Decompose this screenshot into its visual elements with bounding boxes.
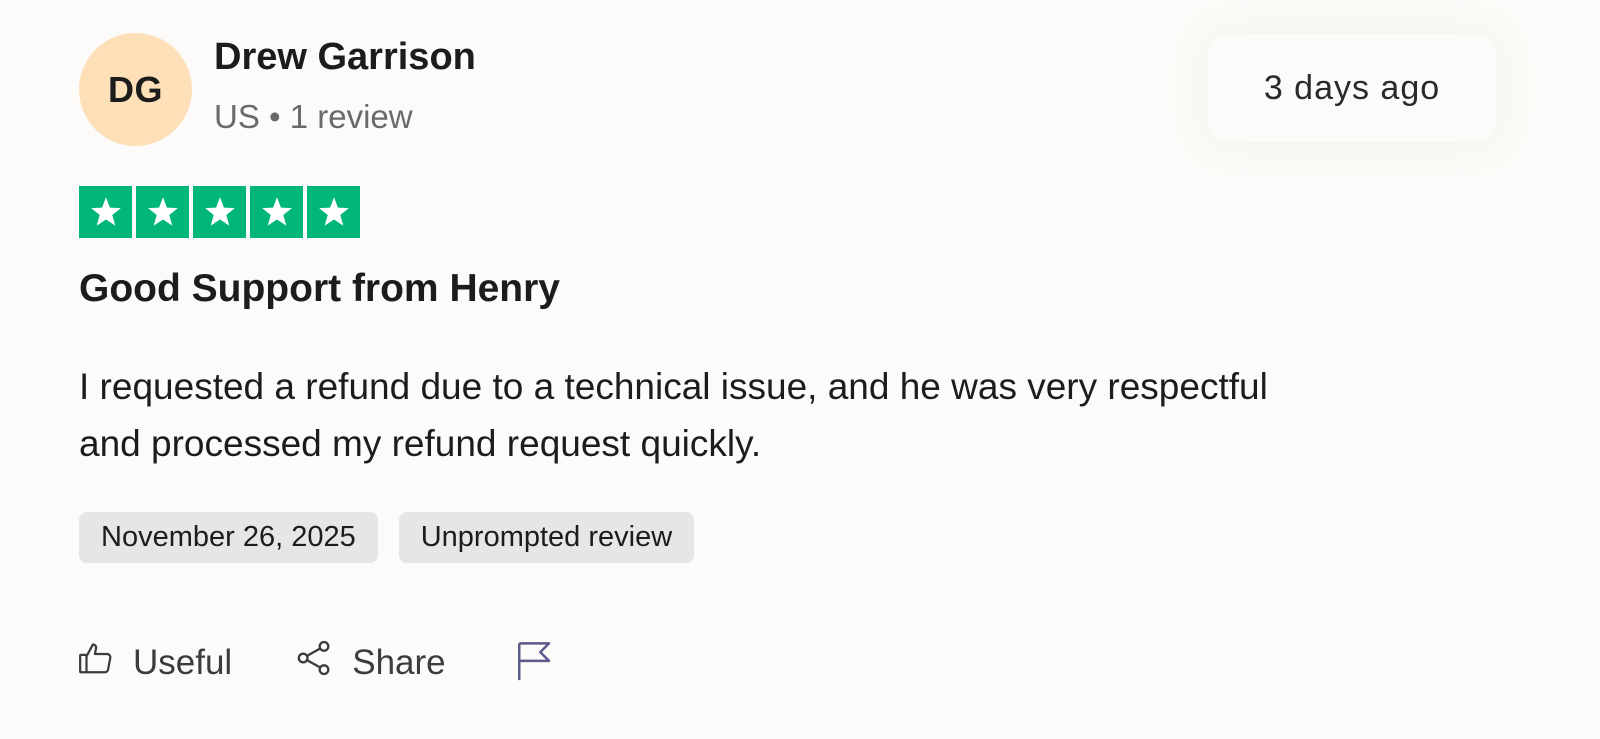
report-button[interactable] bbox=[514, 638, 556, 687]
share-icon bbox=[294, 638, 334, 687]
reviewer-meta: US • 1 review bbox=[214, 98, 413, 135]
review-type-badge: Unprompted review bbox=[398, 512, 695, 563]
share-label: Share bbox=[352, 642, 446, 682]
review-title: Good Support from Henry bbox=[79, 267, 560, 310]
star-rating bbox=[79, 186, 360, 238]
review-body: I requested a refund due to a technical … bbox=[79, 366, 1268, 464]
star-icon bbox=[250, 186, 303, 238]
useful-label: Useful bbox=[133, 642, 233, 682]
star-icon bbox=[193, 186, 246, 238]
star-icon bbox=[79, 186, 132, 238]
date-badge: November 26, 2025 bbox=[79, 512, 378, 563]
review-time: 3 days ago bbox=[1208, 34, 1496, 142]
review-tags: November 26, 2025 Unprompted review bbox=[79, 512, 695, 563]
star-icon bbox=[307, 186, 360, 238]
flag-icon bbox=[514, 638, 556, 687]
thumbs-up-icon bbox=[77, 639, 115, 686]
star-icon bbox=[136, 186, 189, 238]
reviewer-name[interactable]: Drew Garrison bbox=[214, 36, 476, 79]
useful-button[interactable]: Useful bbox=[77, 639, 232, 686]
avatar[interactable]: DG bbox=[79, 33, 192, 146]
share-button[interactable]: Share bbox=[294, 638, 446, 687]
review-actions: Useful Share bbox=[77, 638, 556, 687]
